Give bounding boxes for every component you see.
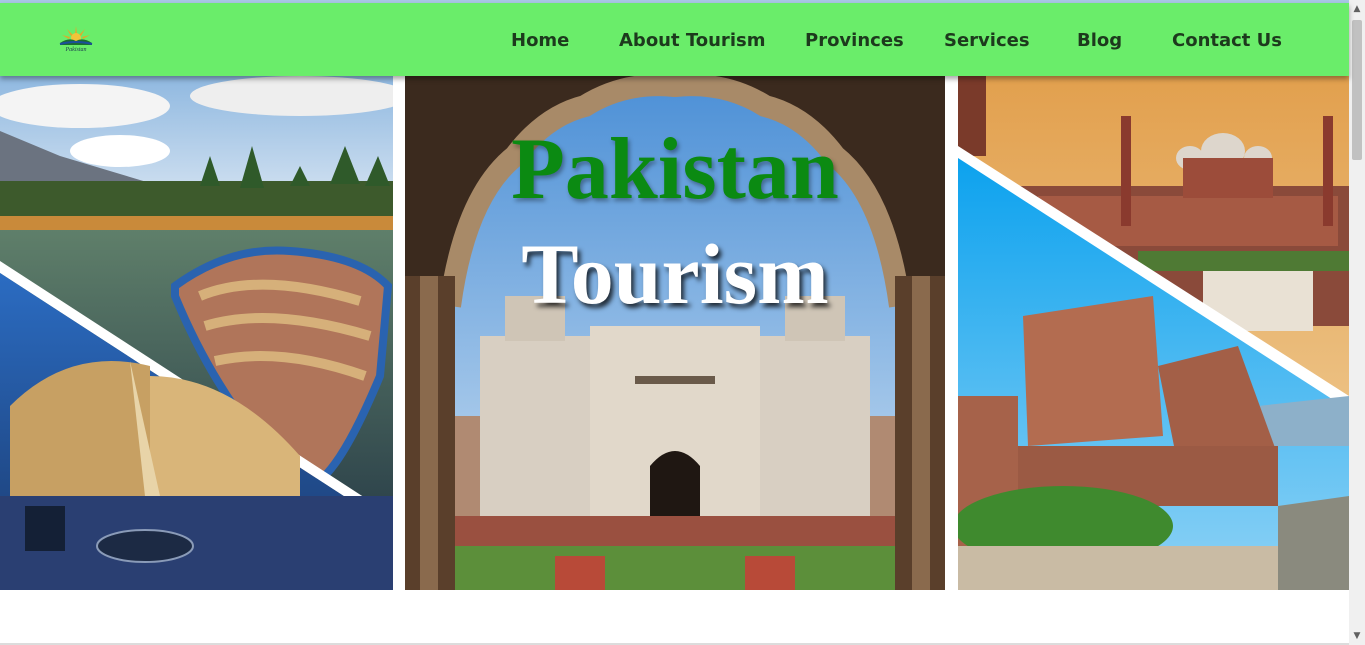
logo-icon[interactable]: Pakistan [57,23,95,53]
hero-title-pakistan: Pakistan [511,121,839,218]
scroll-down-icon[interactable]: ▼ [1352,631,1362,641]
nav-about-tourism[interactable]: About Tourism [619,30,765,51]
nav-home[interactable]: Home [511,30,569,51]
logo-text: Pakistan [65,47,87,53]
hero-collage: Pakistan Tourism [0,76,1349,590]
scroll-up-icon[interactable]: ▲ [1352,4,1362,14]
vertical-scrollbar[interactable]: ▲ ▼ [1349,0,1365,645]
nav-blog[interactable]: Blog [1077,30,1122,51]
scrollbar-thumb[interactable] [1352,20,1362,160]
hero-image-left [0,76,393,590]
hero-image-right [958,76,1349,590]
hero-title-tourism: Tourism [521,226,829,322]
nav-provinces[interactable]: Provinces [805,30,904,51]
nav-services[interactable]: Services [944,30,1030,51]
nav-contact-us[interactable]: Contact Us [1172,30,1282,51]
navbar: Pakistan Home About Tourism Provinces Se… [0,3,1349,76]
